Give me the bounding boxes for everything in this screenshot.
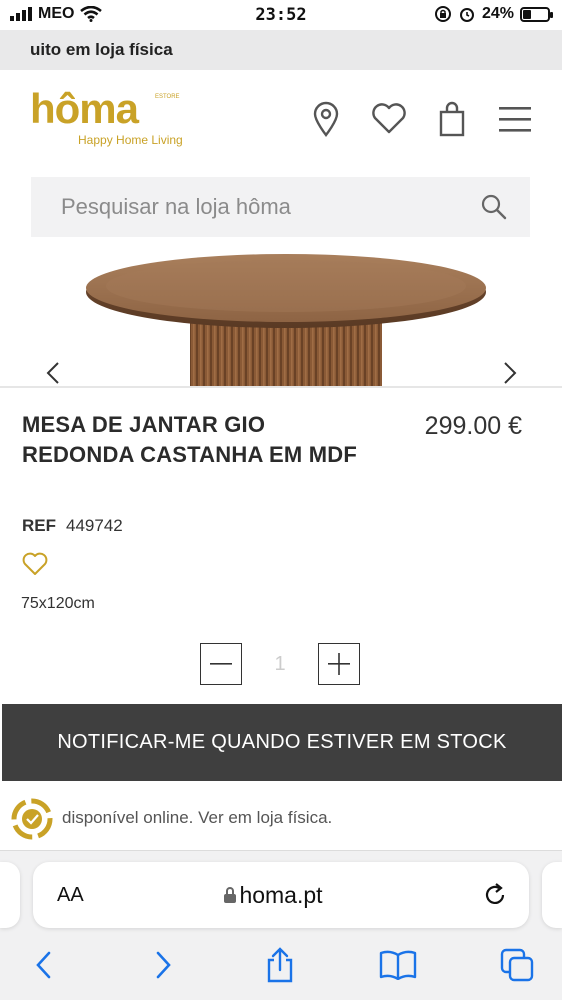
- previous-tab-edge[interactable]: [0, 862, 20, 928]
- banner-text: uito em loja física: [30, 40, 173, 59]
- share-icon: [267, 947, 293, 983]
- logo-wordmark: hôma: [30, 85, 139, 132]
- status-right: 24%: [434, 5, 553, 23]
- product-dimensions: 75x120cm: [21, 595, 95, 612]
- store-availability-icon: [10, 797, 54, 841]
- cart-button[interactable]: [431, 98, 473, 140]
- heart-outline-icon: [22, 552, 48, 575]
- share-button[interactable]: [260, 945, 300, 985]
- search-button[interactable]: [480, 193, 508, 221]
- search-icon: [481, 194, 507, 220]
- logo-tagline: Happy Home Living: [78, 133, 183, 147]
- store-locator-button[interactable]: [305, 98, 347, 140]
- notify-stock-button[interactable]: NOTIFICAR-ME QUANDO ESTIVER EM STOCK: [2, 704, 562, 781]
- alarm-icon: [459, 8, 474, 22]
- gallery-prev-button[interactable]: [38, 358, 68, 388]
- url-text: homa.pt: [239, 882, 323, 908]
- minus-icon: [210, 663, 232, 665]
- next-tab-edge[interactable]: [542, 862, 562, 928]
- reload-icon[interactable]: [481, 881, 509, 909]
- battery-icon: [520, 6, 553, 22]
- chevron-right-icon: [504, 362, 517, 384]
- ref-value: 449742: [66, 516, 123, 535]
- chevron-left-icon: [36, 951, 51, 979]
- heart-icon: [372, 103, 406, 134]
- bookmarks-button[interactable]: [378, 945, 418, 985]
- quantity-value[interactable]: 1: [265, 653, 295, 676]
- gallery-next-button[interactable]: [495, 358, 525, 388]
- add-to-wishlist-button[interactable]: [22, 552, 48, 578]
- product-title: MESA DE JANTAR GIO REDONDA CASTANHA EM M…: [22, 412, 357, 467]
- browser-back-button[interactable]: [23, 945, 63, 985]
- wishlist-button[interactable]: [368, 98, 410, 140]
- status-bar: MEO 23:52 24%: [0, 0, 562, 30]
- product-image: [86, 254, 486, 388]
- lock-rotation-icon: [434, 6, 451, 22]
- product-price: 299.00 €: [424, 412, 522, 440]
- book-icon: [379, 950, 417, 980]
- notify-stock-label: NOTIFICAR-ME QUANDO ESTIVER EM STOCK: [57, 731, 507, 753]
- battery-percent: 24%: [481, 5, 514, 22]
- product-image-gallery[interactable]: [0, 240, 562, 388]
- search-input[interactable]: [31, 177, 471, 237]
- menu-button[interactable]: [494, 98, 536, 140]
- shopping-bag-icon: [439, 101, 465, 137]
- product-ref: REF 449742: [22, 516, 123, 536]
- plus-icon: [328, 653, 350, 675]
- chevron-right-icon: [156, 951, 171, 979]
- logo-estore-label: ESTORE: [155, 94, 180, 100]
- homa-logo[interactable]: hôma ESTORE Happy Home Living: [30, 88, 190, 150]
- tabs-icon: [500, 948, 534, 982]
- location-pin-icon: [313, 101, 339, 137]
- address-bar[interactable]: AA homa.pt: [33, 862, 529, 928]
- quantity-increase-button[interactable]: [318, 643, 360, 685]
- tabs-button[interactable]: [497, 945, 537, 985]
- ref-label: REF: [22, 516, 56, 535]
- search-bar: [31, 177, 530, 237]
- availability-text[interactable]: disponível online. Ver em loja física.: [62, 808, 332, 828]
- store-banner[interactable]: uito em loja física: [0, 30, 562, 70]
- quantity-decrease-button[interactable]: [200, 643, 242, 685]
- browser-forward-button[interactable]: [144, 945, 184, 985]
- hamburger-menu-icon: [499, 107, 531, 132]
- gallery-divider: [0, 386, 562, 388]
- chevron-left-icon: [46, 362, 59, 384]
